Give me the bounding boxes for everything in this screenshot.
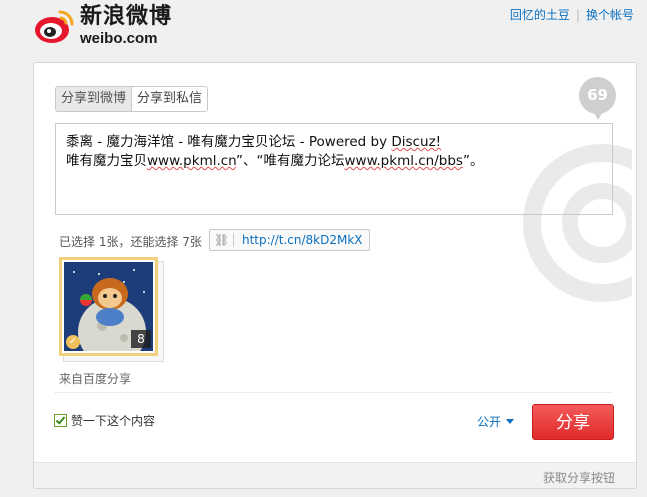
panel-footer: 获取分享按钮	[34, 462, 636, 488]
short-url-text: http://t.cn/8kD2MkX	[242, 233, 363, 247]
like-option[interactable]: 赞一下这个内容	[54, 412, 155, 429]
divider	[233, 233, 234, 247]
weibo-eye-icon	[35, 10, 74, 43]
post-text: 唯有魔力宝贝	[66, 153, 147, 169]
tab-share-to-message[interactable]: 分享到私信	[132, 87, 208, 111]
tab-share-to-weibo[interactable]: 分享到微博	[56, 87, 133, 111]
like-label: 赞一下这个内容	[71, 414, 156, 428]
post-text-url: www.pkml.cn	[147, 153, 236, 169]
share-button[interactable]: 分享	[532, 404, 614, 440]
chevron-down-icon	[506, 419, 515, 424]
post-text-url: Discuz!	[391, 134, 442, 150]
post-text: ”、“唯有魔力论坛	[236, 153, 345, 169]
check-icon: ✓	[66, 335, 80, 349]
visibility-label: 公开	[477, 415, 502, 429]
image-count-badge: 8	[131, 330, 151, 348]
logo-text-en: weibo.com	[80, 30, 158, 47]
link-separator: |	[575, 8, 580, 22]
post-text-url: www.pkml.cn/bbs	[344, 153, 463, 169]
username-link[interactable]: 回忆的土豆	[510, 8, 570, 22]
switch-account-link[interactable]: 换个帐号	[586, 8, 634, 22]
source-label: 来自百度分享	[59, 372, 132, 386]
visibility-dropdown[interactable]: 公开	[477, 413, 515, 430]
logo-text-cn: 新浪微博	[80, 4, 173, 29]
share-panel: 分享到微博 分享到私信 69 黍离 - 魔力海洋馆 - 唯有魔力宝贝论坛 - P…	[33, 62, 637, 489]
post-text: 黍离 - 魔力海洋馆 - 唯有魔力宝贝论坛 - Powered by	[66, 134, 392, 150]
share-tabs: 分享到微博 分享到私信	[55, 86, 209, 112]
image-thumbnail-stack[interactable]: 8 ✓	[59, 257, 164, 362]
post-line-1: 黍离 - 魔力海洋馆 - 唯有魔力宝贝论坛 - Powered by Discu…	[66, 133, 602, 152]
char-counter-badge: 69	[579, 77, 616, 120]
post-line-2: 唯有魔力宝贝www.pkml.cn”、“唯有魔力论坛www.pkml.cn/bb…	[66, 152, 602, 171]
selected-image-thumbnail[interactable]: 8 ✓	[59, 257, 158, 356]
like-checkbox[interactable]	[54, 414, 67, 427]
post-textarea[interactable]: 黍离 - 魔力海洋馆 - 唯有魔力宝贝论坛 - Powered by Discu…	[55, 123, 613, 215]
get-share-button-link[interactable]: 获取分享按钮	[543, 469, 615, 486]
account-links: 回忆的土豆 | 换个帐号	[510, 6, 634, 23]
top-bar: 新浪微博 weibo.com 回忆的土豆 | 换个帐号	[0, 0, 647, 62]
link-icon: ⛓	[214, 233, 230, 247]
divider-line	[55, 392, 613, 393]
short-url-box[interactable]: ⛓ http://t.cn/8kD2MkX	[209, 229, 370, 251]
weibo-logo[interactable]: 新浪微博 weibo.com	[34, 6, 172, 46]
selection-info: 已选择 1张，还能选择 7张	[59, 235, 202, 249]
post-text: ”。	[462, 153, 484, 169]
